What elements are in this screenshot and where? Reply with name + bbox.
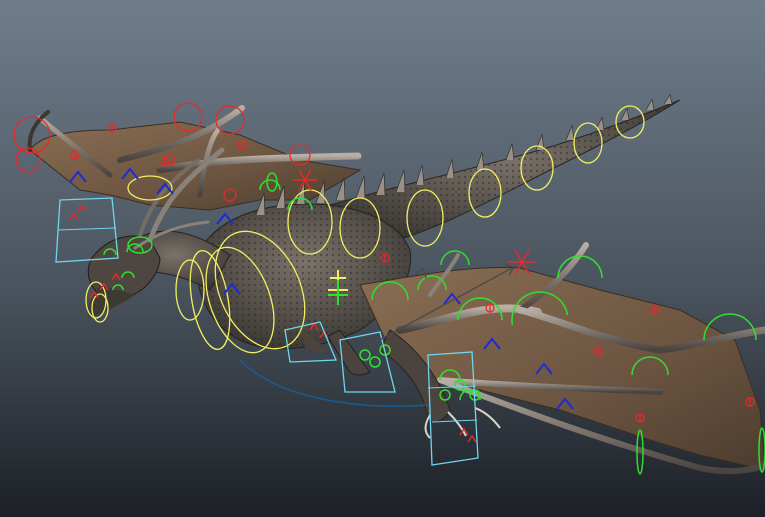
viewport-canvas[interactable] bbox=[0, 0, 765, 517]
maya-3d-viewport[interactable] bbox=[0, 0, 765, 517]
